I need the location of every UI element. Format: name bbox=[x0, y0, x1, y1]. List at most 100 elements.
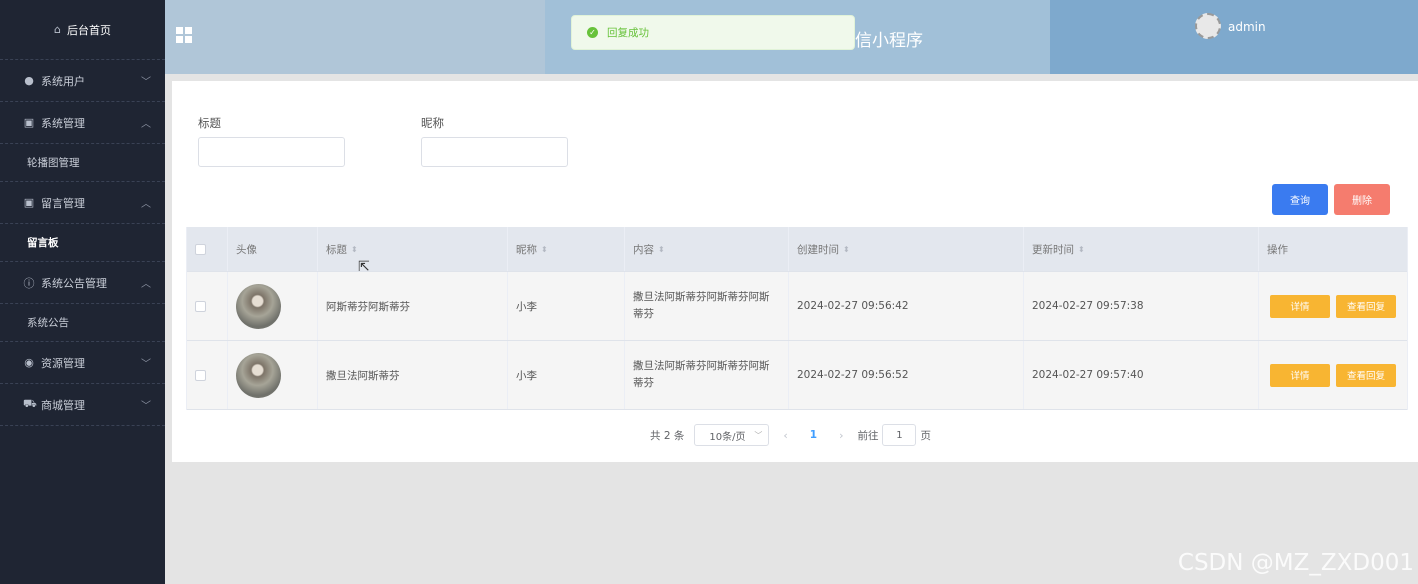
header-right: admin bbox=[1050, 0, 1418, 74]
header-content[interactable]: 内容 ⬍ bbox=[625, 227, 789, 271]
sidebar-subitem-carousel[interactable]: 轮播图管理 bbox=[0, 144, 165, 182]
nickname-filter-input[interactable] bbox=[421, 137, 568, 167]
check-circle-icon: ✓ bbox=[587, 27, 598, 38]
page-size-select[interactable]: 10条/页 ﹀ bbox=[694, 424, 770, 446]
query-button[interactable]: 查询 bbox=[1272, 184, 1328, 215]
column-label: 更新时间 bbox=[1032, 243, 1074, 256]
goto-page-input[interactable]: 1 bbox=[882, 424, 917, 446]
header-actions: 操作 bbox=[1259, 227, 1407, 271]
row-content-cell: 撒旦法阿斯蒂芬阿斯蒂芬阿斯蒂芬 bbox=[625, 341, 789, 409]
sidebar-item-resource-management[interactable]: ◉ 资源管理 ﹀ bbox=[0, 342, 165, 384]
location-icon: ◉ bbox=[24, 356, 34, 369]
user-icon: ● bbox=[24, 74, 34, 87]
row-created: 2024-02-27 09:56:52 bbox=[789, 341, 1024, 409]
table-row: 阿斯蒂芬阿斯蒂芬 小李 撒旦法阿斯蒂芬阿斯蒂芬阿斯蒂芬 2024-02-27 0… bbox=[187, 272, 1407, 341]
row-title: 撒旦法阿斯蒂芬 bbox=[318, 341, 508, 409]
view-reply-button[interactable]: 查看回复 bbox=[1336, 363, 1396, 387]
header-created[interactable]: 创建时间 ⬍ bbox=[789, 227, 1024, 271]
sidebar-item-label: 资源管理 bbox=[41, 356, 85, 370]
column-label: 操作 bbox=[1267, 243, 1288, 256]
sidebar-subitem-announcement[interactable]: 系统公告 bbox=[0, 304, 165, 342]
header-nickname[interactable]: 昵称 ⬍ bbox=[508, 227, 625, 271]
sidebar-item-label: 系统公告管理 bbox=[41, 276, 107, 290]
row-avatar-cell bbox=[228, 272, 318, 340]
cart-icon: ⛟ bbox=[23, 397, 37, 410]
mouse-cursor-icon: ⇱ bbox=[358, 259, 370, 275]
row-title: 阿斯蒂芬阿斯蒂芬 bbox=[318, 272, 508, 340]
column-label: 内容 bbox=[633, 243, 654, 256]
row-select bbox=[187, 272, 228, 340]
sidebar-subitem-label: 系统公告 bbox=[27, 317, 69, 329]
goto-suffix: 页 bbox=[920, 429, 931, 442]
sidebar-home-label: 后台首页 bbox=[66, 23, 111, 37]
sort-icon[interactable]: ⬍ bbox=[351, 245, 358, 254]
detail-button[interactable]: 详情 bbox=[1270, 363, 1330, 387]
sidebar-item-label: 留言管理 bbox=[41, 196, 85, 210]
next-page-icon[interactable]: › bbox=[839, 429, 843, 442]
table-header: 头像 标题 ⬍ 昵称 ⬍ 内容 ⬍ 创建时间 ⬍ 更新时间 ⬍ 操作 bbox=[187, 227, 1407, 272]
chevron-up-icon: ︿ bbox=[141, 279, 151, 290]
header-avatar: 头像 bbox=[228, 227, 318, 271]
sidebar-subitem-label: 留言板 bbox=[27, 237, 59, 249]
prev-page-icon[interactable]: ‹ bbox=[783, 429, 787, 442]
header-title[interactable]: 标题 ⬍ bbox=[318, 227, 508, 271]
sort-icon[interactable]: ⬍ bbox=[843, 245, 850, 254]
sidebar-home[interactable]: ⌂ 后台首页 bbox=[0, 0, 165, 60]
success-toast: ✓ 回复成功 bbox=[571, 15, 855, 50]
row-nickname: 小李 bbox=[508, 272, 625, 340]
detail-button[interactable]: 详情 bbox=[1270, 294, 1330, 318]
page-size-value: 10条/页 bbox=[709, 431, 746, 443]
info-icon: ⓘ bbox=[23, 276, 35, 290]
view-reply-button[interactable]: 查看回复 bbox=[1336, 294, 1396, 318]
image-icon: ▣ bbox=[23, 116, 35, 129]
header-select-all bbox=[187, 227, 228, 271]
menu-toggle-icon[interactable] bbox=[176, 27, 192, 43]
system-title: 信小程序 bbox=[855, 31, 923, 51]
table-row: 撒旦法阿斯蒂芬 小李 撒旦法阿斯蒂芬阿斯蒂芬阿斯蒂芬 2024-02-27 09… bbox=[187, 341, 1407, 410]
sidebar-item-mall-management[interactable]: ⛟ 商城管理 ﹀ bbox=[0, 384, 165, 426]
avatar-image bbox=[236, 283, 281, 329]
sidebar-subitem-message-board[interactable]: 留言板 bbox=[0, 224, 165, 262]
sidebar-item-label: 系统管理 bbox=[41, 116, 85, 130]
chevron-down-icon: ﹀ bbox=[141, 359, 151, 370]
sidebar-item-message-management[interactable]: ▣ 留言管理 ︿ bbox=[0, 182, 165, 224]
row-checkbox[interactable] bbox=[195, 300, 206, 312]
page-number-current[interactable]: 1 bbox=[810, 429, 817, 441]
avatar[interactable] bbox=[1195, 13, 1221, 39]
message-table: 头像 标题 ⬍ 昵称 ⬍ 内容 ⬍ 创建时间 ⬍ 更新时间 ⬍ 操作 阿斯蒂芬阿斯蒂芬 小… bbox=[186, 227, 1408, 410]
sort-icon[interactable]: ⬍ bbox=[1078, 245, 1085, 254]
header-updated[interactable]: 更新时间 ⬍ bbox=[1024, 227, 1259, 271]
sidebar-item-system-management[interactable]: ▣ 系统管理 ︿ bbox=[0, 102, 165, 144]
row-content: 撒旦法阿斯蒂芬阿斯蒂芬阿斯蒂芬 bbox=[633, 360, 770, 389]
sidebar-subitem-label: 轮播图管理 bbox=[27, 157, 80, 169]
row-avatar-cell bbox=[228, 341, 318, 409]
row-content: 撒旦法阿斯蒂芬阿斯蒂芬阿斯蒂芬 bbox=[633, 291, 770, 320]
row-created: 2024-02-27 09:56:42 bbox=[789, 272, 1024, 340]
pagination-total: 共 2 条 bbox=[650, 429, 685, 442]
chevron-down-icon: ﹀ bbox=[141, 77, 151, 88]
column-label: 昵称 bbox=[516, 243, 537, 256]
username[interactable]: admin bbox=[1228, 20, 1266, 34]
title-filter-label: 标题 bbox=[198, 116, 221, 130]
row-checkbox[interactable] bbox=[195, 369, 206, 381]
watermark: CSDN @MZ_ZXD001 bbox=[1177, 550, 1414, 576]
sidebar: ⌂ 后台首页 ● 系统用户 ﹀ ▣ 系统管理 ︿ 轮播图管理 ▣ 留言管理 ︿ … bbox=[0, 0, 165, 584]
sort-icon[interactable]: ⬍ bbox=[658, 245, 665, 254]
row-content-cell: 撒旦法阿斯蒂芬阿斯蒂芬阿斯蒂芬 bbox=[625, 272, 789, 340]
chevron-up-icon: ︿ bbox=[141, 199, 151, 210]
home-icon: ⌂ bbox=[54, 23, 61, 36]
image-icon: ▣ bbox=[23, 196, 35, 209]
sort-icon[interactable]: ⬍ bbox=[541, 245, 548, 254]
sidebar-item-announcement-management[interactable]: ⓘ 系统公告管理 ︿ bbox=[0, 262, 165, 304]
select-all-checkbox[interactable] bbox=[195, 243, 206, 255]
sidebar-item-system-users[interactable]: ● 系统用户 ﹀ bbox=[0, 60, 165, 102]
title-filter-input[interactable] bbox=[198, 137, 345, 167]
delete-button[interactable]: 删除 bbox=[1334, 184, 1390, 215]
chevron-up-icon: ︿ bbox=[141, 119, 151, 130]
row-nickname: 小李 bbox=[508, 341, 625, 409]
nickname-filter-label: 昵称 bbox=[421, 116, 444, 130]
row-updated: 2024-02-27 09:57:38 bbox=[1024, 272, 1259, 340]
column-label: 头像 bbox=[236, 243, 257, 256]
row-select bbox=[187, 341, 228, 409]
sidebar-item-label: 系统用户 bbox=[41, 74, 85, 88]
